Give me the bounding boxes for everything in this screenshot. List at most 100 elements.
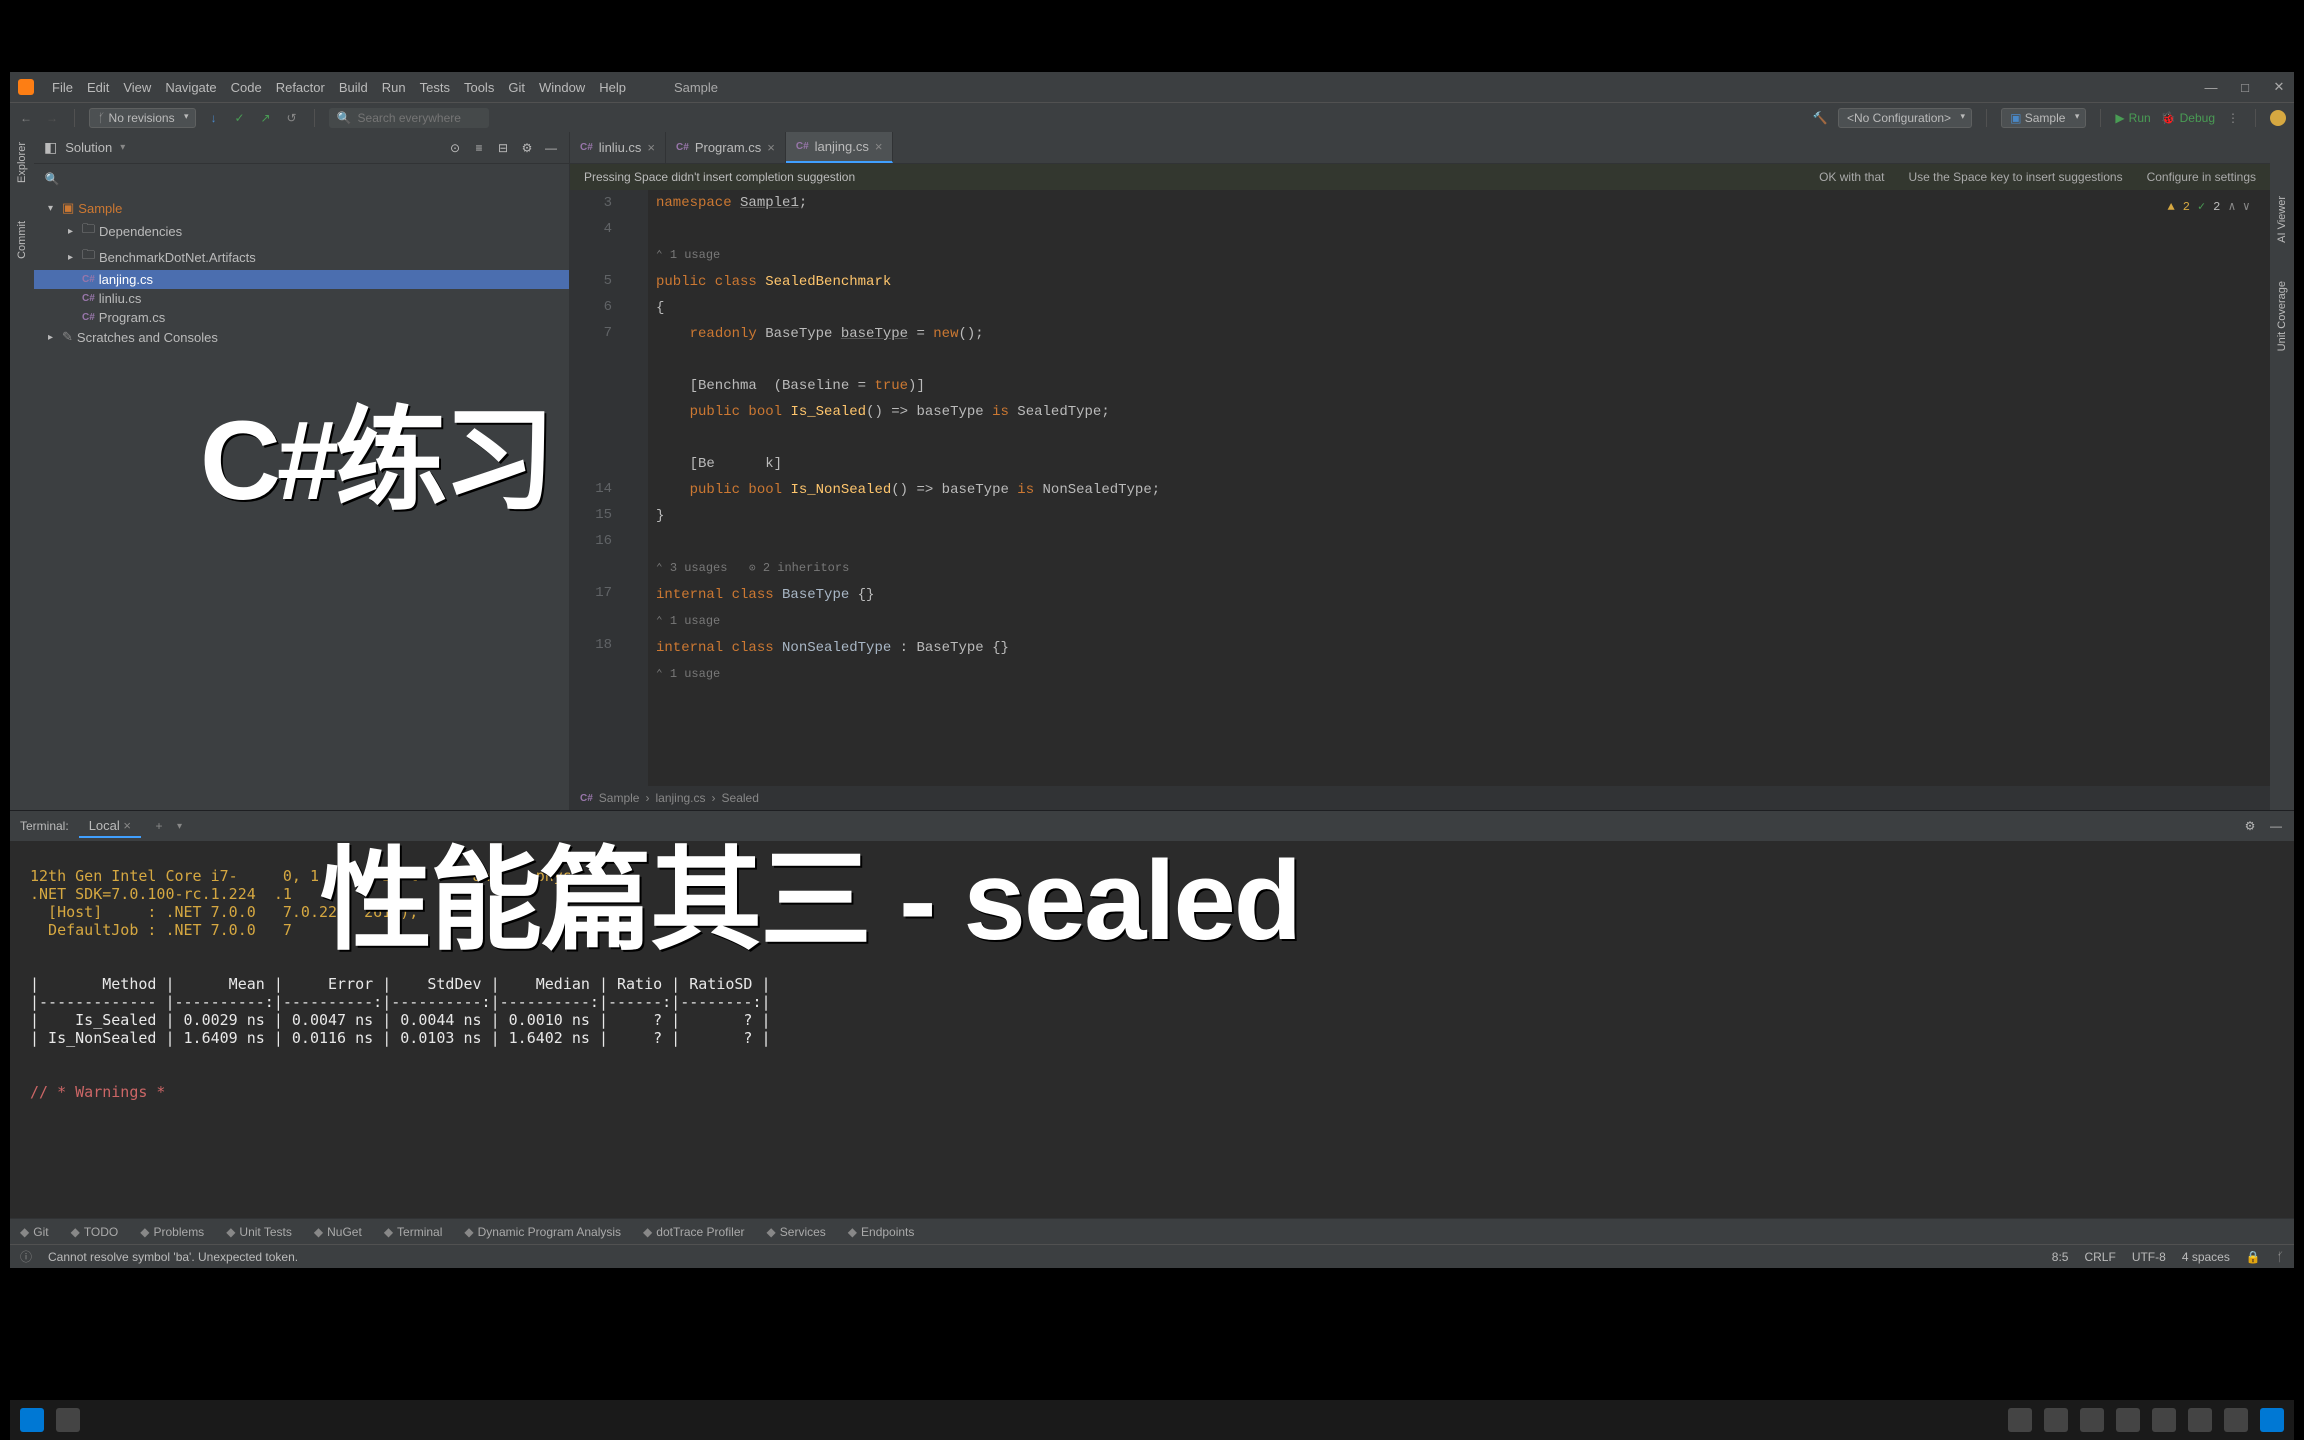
menu-tests[interactable]: Tests	[414, 78, 456, 97]
menu-git[interactable]: Git	[502, 78, 531, 97]
status-indent[interactable]: 4 spaces	[2182, 1250, 2230, 1264]
code-content[interactable]: namespace Sample1; ⌃ 1 usagepublic class…	[648, 190, 2270, 786]
breadcrumb[interactable]: C# Sample › lanjing.cs › Sealed	[570, 786, 2270, 810]
close-icon[interactable]: ×	[875, 139, 883, 154]
network-icon[interactable]	[2188, 1408, 2212, 1432]
hammer-icon[interactable]: 🔨	[1812, 110, 1828, 126]
add-tab-icon[interactable]: +	[151, 818, 167, 834]
tool-services[interactable]: ◆Services	[767, 1225, 826, 1239]
tool-terminal[interactable]: ◆Terminal	[384, 1225, 443, 1239]
tree-node-benchmarkdotnet-artifacts[interactable]: ▸🗀BenchmarkDotNet.Artifacts	[34, 244, 569, 270]
weather-widget[interactable]	[56, 1408, 80, 1432]
git-branch-icon[interactable]: ᚶ	[2277, 1250, 2284, 1264]
terminal-hide-icon[interactable]: —	[2268, 818, 2284, 834]
menu-navigate[interactable]: Navigate	[159, 78, 222, 97]
terminal-title: Terminal:	[20, 819, 69, 833]
close-button[interactable]: ✕	[2272, 80, 2286, 94]
gear-icon[interactable]: ◧	[44, 139, 57, 156]
tool-problems[interactable]: ◆Problems	[140, 1225, 204, 1239]
menu-refactor[interactable]: Refactor	[270, 78, 331, 97]
editor-tab-program-cs[interactable]: C#Program.cs×	[666, 132, 786, 163]
debug-button[interactable]: 🐞 Debug	[2161, 111, 2215, 125]
menu-code[interactable]: Code	[225, 78, 268, 97]
readonly-icon[interactable]: 🔒	[2246, 1250, 2261, 1264]
hint-configure[interactable]: Configure in settings	[2147, 170, 2256, 184]
hint-bar: Pressing Space didn't insert completion …	[570, 164, 2270, 190]
tool-todo[interactable]: ◆TODO	[71, 1225, 119, 1239]
menu-view[interactable]: View	[117, 78, 157, 97]
tray-icon[interactable]	[2044, 1408, 2068, 1432]
back-icon[interactable]: ←	[18, 110, 34, 126]
tree-node-scratches-and-consoles[interactable]: ▸✎Scratches and Consoles	[34, 327, 569, 347]
start-button[interactable]	[20, 1408, 44, 1432]
sound-icon[interactable]	[2224, 1408, 2248, 1432]
tree-node-sample[interactable]: ▾▣Sample	[34, 198, 569, 218]
tool-git[interactable]: ◆Git	[20, 1225, 49, 1239]
target-icon[interactable]: ⊙	[447, 140, 463, 156]
expand-icon[interactable]: ≡	[471, 140, 487, 156]
menu-file[interactable]: File	[46, 78, 79, 97]
menu-edit[interactable]: Edit	[81, 78, 115, 97]
tool-icon: ◆	[71, 1225, 80, 1239]
tray-icon[interactable]	[2080, 1408, 2104, 1432]
close-icon[interactable]: ×	[647, 140, 655, 155]
menu-window[interactable]: Window	[533, 78, 591, 97]
status-pos[interactable]: 8:5	[2052, 1250, 2069, 1264]
tool-dynamic-program-analysis[interactable]: ◆Dynamic Program Analysis	[464, 1225, 621, 1239]
tree-node-dependencies[interactable]: ▸🗀Dependencies	[34, 218, 569, 244]
update-icon[interactable]: ↓	[206, 110, 222, 126]
terminal-tab-local[interactable]: Local ×	[79, 815, 141, 838]
cs-icon: C#	[796, 141, 809, 152]
tree-node-program-cs[interactable]: C#Program.cs	[34, 308, 569, 327]
minimize-button[interactable]: —	[2204, 80, 2218, 94]
tool-unit-tests[interactable]: ◆Unit Tests	[226, 1225, 292, 1239]
status-lineend[interactable]: CRLF	[2084, 1250, 2115, 1264]
tree-node-lanjing-cs[interactable]: C#lanjing.cs	[34, 270, 569, 289]
tray-icon[interactable]	[2008, 1408, 2032, 1432]
run-button[interactable]: ▶ Run	[2115, 111, 2150, 125]
tool-dottrace-profiler[interactable]: ◆dotTrace Profiler	[643, 1225, 745, 1239]
menu-build[interactable]: Build	[333, 78, 374, 97]
terminal-settings-icon[interactable]: ⚙	[2242, 818, 2258, 834]
tray-icon[interactable]	[2116, 1408, 2140, 1432]
forward-icon[interactable]: →	[44, 110, 60, 126]
gutter-ai[interactable]: AI Viewer	[2276, 192, 2288, 247]
settings-icon[interactable]: ⚙	[519, 140, 535, 156]
vcs-revisions-dropdown[interactable]: ᚶ No revisions	[89, 108, 196, 128]
notification-icon[interactable]	[2260, 1408, 2284, 1432]
gutter-explorer[interactable]: Explorer	[16, 138, 28, 187]
menu-help[interactable]: Help	[593, 78, 632, 97]
left-tool-gutter: Explorer Commit	[10, 132, 34, 810]
status-encoding[interactable]: UTF-8	[2132, 1250, 2166, 1264]
hint-ok[interactable]: OK with that	[1819, 170, 1884, 184]
tool-icon: ◆	[384, 1225, 393, 1239]
push-icon[interactable]: ↗	[258, 110, 274, 126]
more-icon[interactable]: ⋮	[2225, 110, 2241, 126]
run-config-dropdown[interactable]: ▣ Sample	[2001, 108, 2086, 128]
gutter-commit[interactable]: Commit	[16, 217, 28, 263]
tool-nuget[interactable]: ◆NuGet	[314, 1225, 362, 1239]
collapse-icon[interactable]: ⊟	[495, 140, 511, 156]
code-editor[interactable]: ▲2 ✓2 ∧ ∨ 34 567 141516 17 18 namespace …	[570, 190, 2270, 786]
fold-column[interactable]	[628, 190, 648, 786]
editor-tab-lanjing-cs[interactable]: C#lanjing.cs×	[786, 132, 894, 163]
tool-endpoints[interactable]: ◆Endpoints	[848, 1225, 915, 1239]
maximize-button[interactable]: □	[2238, 80, 2252, 94]
tree-search-icon[interactable]: 🔍	[44, 171, 60, 187]
hint-use-space[interactable]: Use the Space key to insert suggestions	[1908, 170, 2122, 184]
hide-icon[interactable]: —	[543, 140, 559, 156]
commit-icon[interactable]: ✓	[232, 110, 248, 126]
menu-tools[interactable]: Tools	[458, 78, 500, 97]
tray-icon[interactable]	[2152, 1408, 2176, 1432]
search-everywhere[interactable]: 🔍	[329, 108, 489, 128]
tree-node-linliu-cs[interactable]: C#linliu.cs	[34, 289, 569, 308]
menu-run[interactable]: Run	[376, 78, 412, 97]
config-dropdown[interactable]: <No Configuration>	[1838, 108, 1972, 128]
search-input[interactable]	[358, 111, 481, 125]
close-icon[interactable]: ×	[767, 140, 775, 155]
gutter-coverage[interactable]: Unit Coverage	[2276, 277, 2288, 355]
avatar-icon[interactable]	[2270, 110, 2286, 126]
editor-tab-linliu-cs[interactable]: C#linliu.cs×	[570, 132, 666, 163]
problems-badge[interactable]: ▲2 ✓2 ∧ ∨	[2168, 194, 2251, 220]
history-icon[interactable]: ↺	[284, 110, 300, 126]
